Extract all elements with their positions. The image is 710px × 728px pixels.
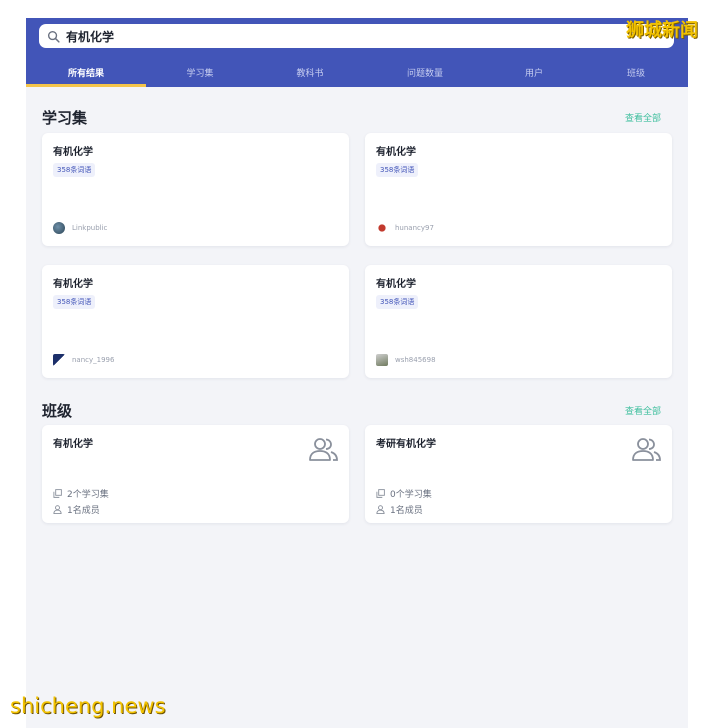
member-count: 1名成员	[376, 503, 423, 516]
tab-all-results[interactable]: 所有结果	[26, 58, 146, 87]
member-count: 1名成员	[53, 503, 100, 516]
classes-heading: 班级	[42, 402, 73, 420]
tab-textbooks[interactable]: 教科书	[254, 58, 366, 87]
study-set-title: 有机化学	[376, 147, 416, 158]
person-icon	[376, 505, 385, 514]
avatar	[376, 222, 388, 234]
tab-users[interactable]: 用户	[484, 58, 584, 87]
study-set-card[interactable]: 有机化学 358条词语 wsh845698	[365, 265, 672, 378]
app-window: 有机化学 所有结果 学习集 教科书 问题数量 用户 班级 学习集 查看全部 有机…	[26, 18, 688, 728]
author-name: nancy_1996	[72, 356, 115, 364]
study-set-card[interactable]: 有机化学 358条词语 Linkpublic	[42, 133, 349, 246]
author[interactable]: Linkpublic	[53, 222, 107, 234]
terms-count-badge: 358条词语	[376, 163, 419, 177]
tab-questions[interactable]: 问题数量	[366, 58, 484, 87]
set-count-label: 0个学习集	[390, 490, 432, 500]
class-title: 考研有机化学	[376, 439, 436, 450]
tab-classes[interactable]: 班级	[584, 58, 688, 87]
header-bar: 有机化学 所有结果 学习集 教科书 问题数量 用户 班级	[26, 18, 688, 87]
avatar	[376, 354, 388, 366]
class-title: 有机化学	[53, 439, 93, 450]
study-set-card[interactable]: 有机化学 358条词语 hunancy97	[365, 133, 672, 246]
avatar	[53, 222, 65, 234]
terms-count-badge: 358条词语	[376, 295, 419, 309]
study-sets-see-all-link[interactable]: 查看全部	[625, 111, 661, 124]
set-count-label: 2个学习集	[67, 490, 109, 500]
group-icon	[309, 438, 338, 461]
tab-study-sets[interactable]: 学习集	[146, 58, 254, 87]
study-sets-heading: 学习集	[42, 109, 88, 127]
set-count: 0个学习集	[376, 487, 432, 500]
set-count: 2个学习集	[53, 487, 109, 500]
classes-see-all-link[interactable]: 查看全部	[625, 404, 661, 417]
class-card[interactable]: 有机化学 2个学习集 1名成员	[42, 425, 349, 523]
class-card[interactable]: 考研有机化学 0个学习集 1名成员	[365, 425, 672, 523]
result-tabs: 所有结果 学习集 教科书 问题数量 用户 班级	[26, 58, 688, 87]
search-icon	[47, 30, 60, 43]
author[interactable]: hunancy97	[376, 222, 434, 234]
member-count-label: 1名成员	[67, 506, 100, 516]
author[interactable]: nancy_1996	[53, 354, 114, 366]
study-set-title: 有机化学	[53, 147, 93, 158]
author-name: hunancy97	[395, 224, 434, 232]
copy-icon	[53, 489, 62, 498]
study-set-title: 有机化学	[53, 279, 93, 290]
copy-icon	[376, 489, 385, 498]
terms-count-badge: 358条词语	[53, 295, 96, 309]
group-icon	[632, 438, 661, 461]
study-set-title: 有机化学	[376, 279, 416, 290]
terms-count-badge: 358条词语	[53, 163, 96, 177]
avatar	[53, 354, 65, 366]
search-input[interactable]: 有机化学	[39, 24, 674, 48]
member-count-label: 1名成员	[390, 506, 423, 516]
search-query: 有机化学	[66, 29, 115, 44]
author-name: wsh845698	[395, 356, 436, 364]
watermark-bottom: shicheng.news	[10, 694, 166, 718]
study-set-card[interactable]: 有机化学 358条词语 nancy_1996	[42, 265, 349, 378]
person-icon	[53, 505, 62, 514]
author[interactable]: wsh845698	[376, 354, 436, 366]
watermark-top: 狮城新闻	[626, 20, 698, 41]
author-name: Linkpublic	[72, 224, 108, 232]
